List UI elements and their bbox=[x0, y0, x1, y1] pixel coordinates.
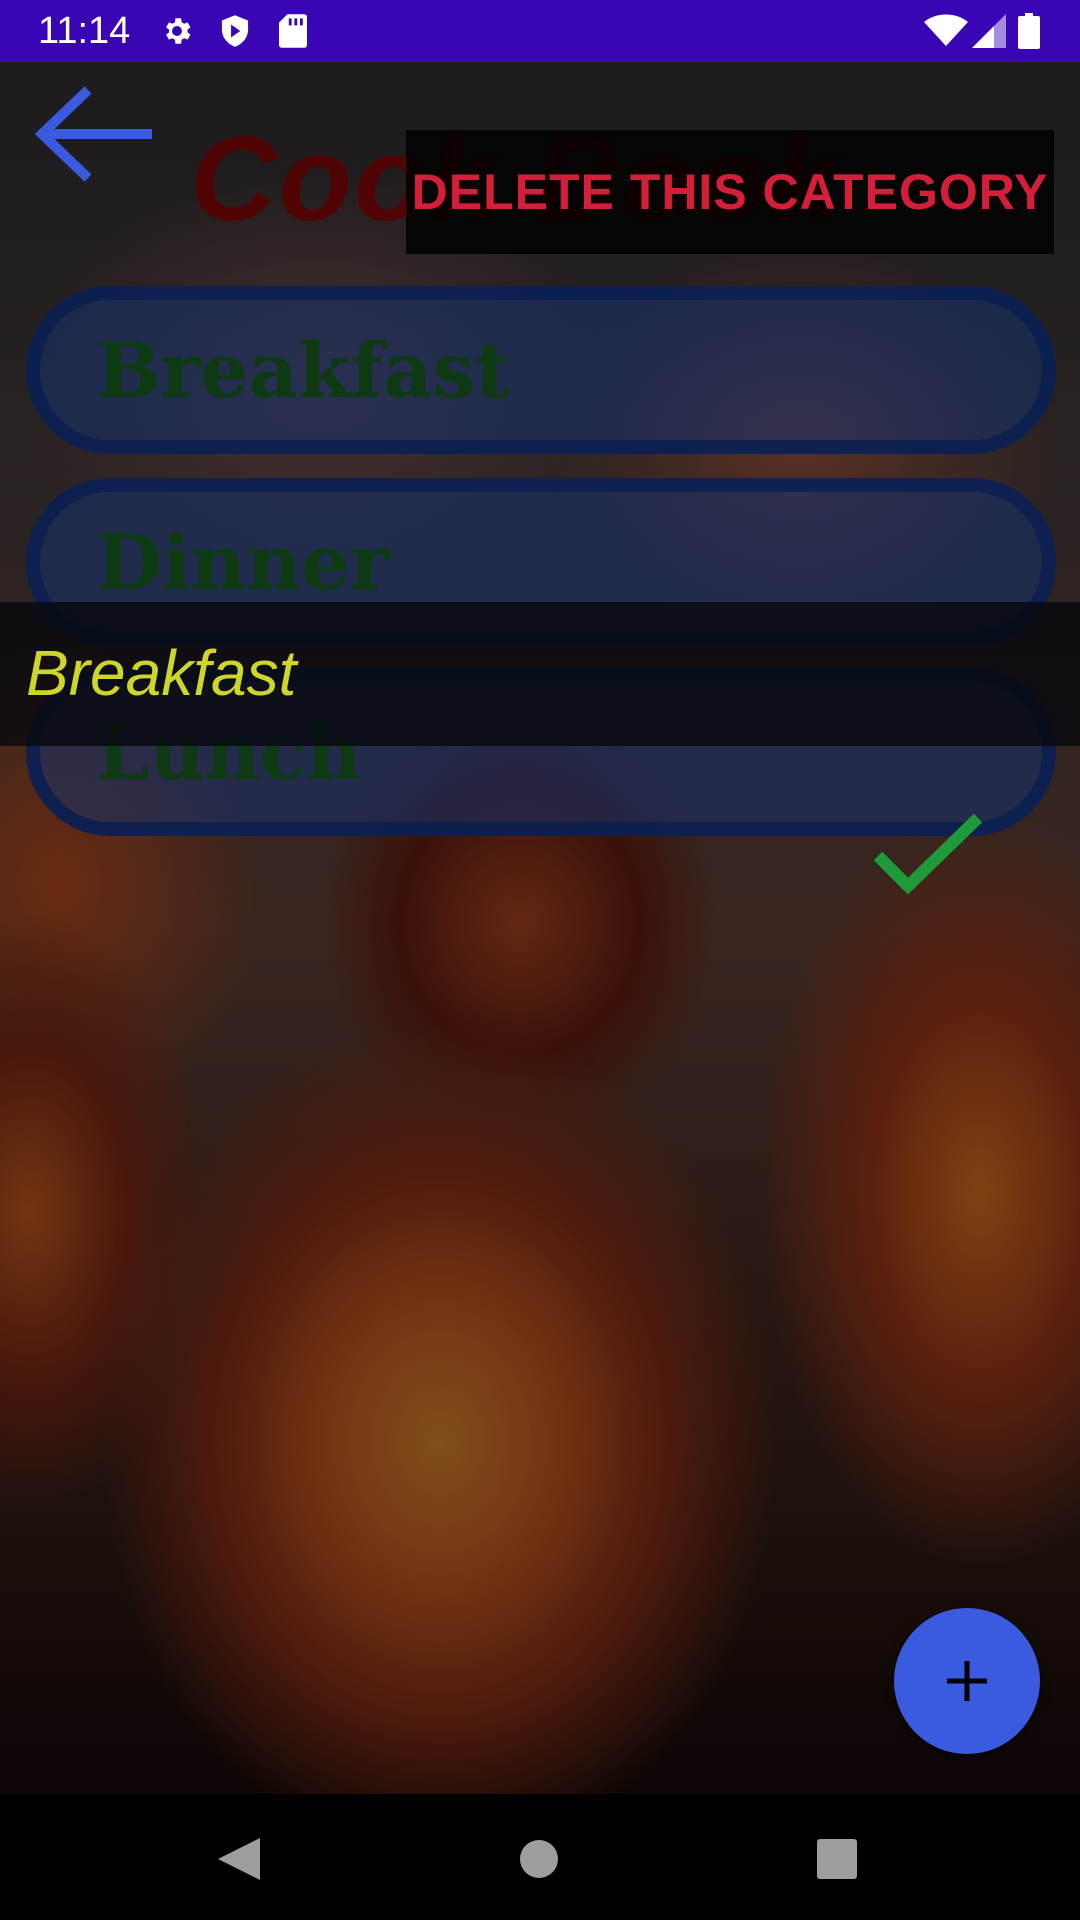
signal-icon bbox=[972, 14, 1006, 48]
recents-square-icon bbox=[817, 1839, 857, 1879]
back-triangle-icon bbox=[218, 1838, 260, 1880]
delete-category-button[interactable]: DELETE THIS CATEGORY bbox=[406, 130, 1054, 254]
status-bar: 11:14 bbox=[0, 0, 1080, 62]
gear-icon bbox=[160, 14, 194, 48]
plus-icon bbox=[947, 1661, 987, 1701]
nav-recents-button[interactable] bbox=[802, 1824, 872, 1894]
add-category-button[interactable] bbox=[894, 1608, 1040, 1754]
shield-icon bbox=[218, 14, 252, 48]
nav-back-button[interactable] bbox=[204, 1824, 274, 1894]
arrow-left-icon bbox=[34, 86, 152, 182]
category-item[interactable]: Breakfast bbox=[26, 286, 1056, 454]
back-button[interactable] bbox=[28, 86, 158, 182]
category-label: Breakfast bbox=[96, 326, 511, 415]
check-icon bbox=[873, 813, 983, 895]
home-circle-icon bbox=[520, 1840, 558, 1878]
navigation-bar bbox=[0, 1794, 1080, 1920]
sd-card-icon bbox=[276, 14, 310, 48]
battery-icon bbox=[1016, 13, 1042, 49]
nav-home-button[interactable] bbox=[504, 1824, 574, 1894]
wifi-icon bbox=[924, 14, 968, 48]
status-time: 11:14 bbox=[38, 10, 131, 52]
category-label: Dinner bbox=[96, 518, 390, 607]
confirm-button[interactable] bbox=[873, 812, 984, 896]
category-name-input[interactable] bbox=[26, 636, 726, 710]
